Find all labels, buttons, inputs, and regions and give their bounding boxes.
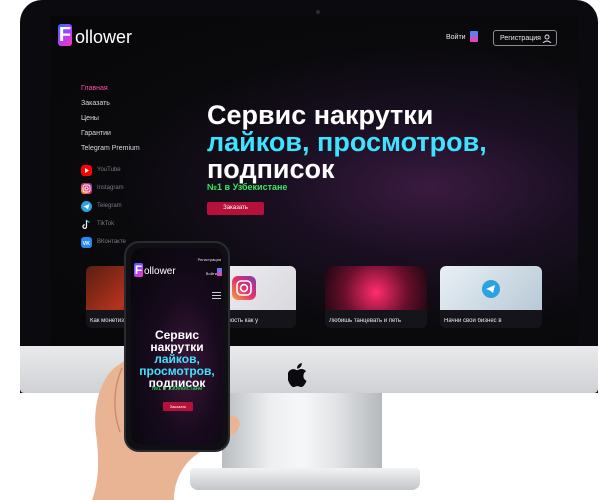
svg-text:VK: VK: [83, 241, 91, 247]
social-item-youtube[interactable]: YouTube: [81, 161, 126, 179]
register-label: Регистрация: [500, 35, 541, 42]
apple-logo-icon: [288, 363, 307, 388]
nav-item-prices[interactable]: Цены: [81, 111, 140, 126]
social-label: YouTube: [97, 167, 121, 173]
nav-item-order[interactable]: Заказать: [81, 96, 140, 111]
social-item-tiktok[interactable]: TikTok: [81, 215, 126, 233]
social-label: Instagram: [97, 185, 124, 191]
site-logo-mark[interactable]: F: [58, 24, 72, 46]
login-icon[interactable]: [470, 31, 478, 42]
hero-title: Сервис накрутки лайков, просмотров, подп…: [207, 102, 547, 183]
tiktok-icon: [81, 219, 92, 230]
social-label: ВКонтакте: [97, 239, 126, 245]
camera: [316, 10, 320, 14]
mobile-login-icon[interactable]: [217, 268, 222, 276]
hero-line-3: подписок: [207, 154, 335, 184]
article-card-tiktok[interactable]: Любишь танцевать и петь: [325, 266, 427, 328]
order-button[interactable]: Заказать: [207, 202, 264, 215]
social-item-instagram[interactable]: Instagram: [81, 179, 126, 197]
social-item-telegram[interactable]: Telegram: [81, 197, 126, 215]
user-icon: [542, 34, 552, 43]
mobile-register-link[interactable]: Регистрация: [198, 257, 221, 262]
card-image: [440, 266, 542, 310]
nav-item-home[interactable]: Главная: [81, 81, 140, 96]
instagram-logo-icon: [232, 276, 256, 300]
sidebar-nav: Главная Заказать Цены Гарантии Telegram …: [81, 81, 140, 156]
instagram-icon: [81, 182, 92, 194]
register-button[interactable]: Регистрация: [493, 30, 557, 46]
mobile-hero-title: Сервис накрутки лайков, просмотров, подп…: [131, 329, 223, 389]
mobile-logo-mark[interactable]: F: [134, 263, 143, 277]
vk-icon: VK: [81, 236, 92, 248]
telegram-logo-icon: [482, 280, 500, 298]
hero-line-2: лайков, просмотров,: [207, 127, 487, 157]
hamburger-menu-icon[interactable]: [212, 292, 221, 299]
mobile-logo-text[interactable]: ollower: [144, 266, 176, 277]
mobile-order-button[interactable]: Заказать: [163, 402, 193, 411]
hero-line-1: Сервис накрутки: [207, 100, 434, 130]
social-label: TikTok: [97, 221, 115, 227]
mobile-hero-subtitle: №1 в Узбекистане: [151, 386, 203, 392]
mobile-login-link[interactable]: Войти: [206, 271, 217, 276]
card-caption: Любишь танцевать и петь: [329, 318, 402, 324]
login-link[interactable]: Войти: [446, 34, 466, 41]
nav-item-guarantees[interactable]: Гарантии: [81, 126, 140, 141]
card-caption: Начни свой бизнес в: [444, 318, 502, 324]
youtube-icon: [81, 164, 92, 176]
smartphone: F ollower Регистрация Войти Сервис накру…: [124, 241, 230, 452]
site-logo-text[interactable]: ollower: [75, 27, 132, 47]
social-list: YouTube Instagram Telegram TikTok VK ВКо…: [81, 161, 126, 251]
article-card-telegram[interactable]: Начни свой бизнес в: [440, 266, 542, 328]
hero-subtitle: №1 в Узбекистане: [207, 182, 288, 192]
mobile-screen: F ollower Регистрация Войти Сервис накру…: [131, 248, 223, 445]
nav-item-telegram-premium[interactable]: Telegram Premium: [81, 141, 140, 156]
telegram-icon: [81, 200, 92, 212]
social-item-vk[interactable]: VK ВКонтакте: [81, 233, 126, 251]
card-image: [325, 266, 427, 310]
social-label: Telegram: [97, 203, 122, 209]
